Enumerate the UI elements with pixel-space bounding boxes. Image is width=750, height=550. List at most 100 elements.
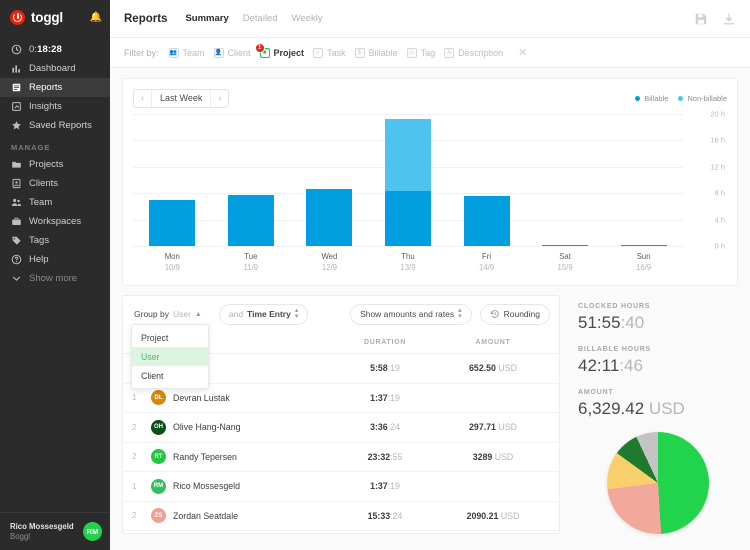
user-meta: Rico Mossesgeld Boggl [10, 522, 74, 541]
row-duration: 5:58:19 [370, 363, 400, 374]
chart-x-axis: Mon 10/9 Tue 11/9 Wed 12/9 Thu 13/9 Fri 14/9 Sat 15… [133, 248, 683, 274]
filter-chip-project[interactable]: 1 ■ Project [254, 42, 305, 58]
bar-column[interactable] [384, 114, 431, 246]
table-row[interactable]: 1 RM Rico Mossesgeld 1:37:19 [123, 472, 559, 502]
bar-column[interactable] [620, 114, 667, 246]
bell-icon[interactable]: 🔔 [90, 12, 102, 23]
x-day: Thu [401, 252, 415, 261]
sidebar-item-projects[interactable]: Projects [0, 155, 110, 174]
sidebar-item-label: Workspaces [29, 216, 82, 227]
th-duration: DURATION [363, 339, 407, 346]
table-row[interactable]: 2 ZS Zordan Seatdale 15:33:24 2090.21 USD [123, 502, 559, 531]
amounts-rates-select[interactable]: Show amounts and rates ▴ ▾ [350, 303, 472, 325]
bar-segment[interactable] [620, 245, 667, 246]
filter-chip-label: Project [273, 47, 305, 58]
x-date: 12/9 [321, 262, 337, 272]
user-name: Rico Mossesgeld [10, 521, 74, 531]
sidebar-item-help[interactable]: Help [0, 250, 110, 269]
filter-chip-task[interactable]: ✓ Task [313, 47, 346, 58]
bar-segment[interactable] [384, 190, 431, 246]
rounding-button[interactable]: Rounding [479, 303, 550, 325]
x-axis-label: Mon 10/9 [149, 252, 195, 273]
x-date: 16/9 [636, 262, 652, 272]
legend-label: Billable [644, 93, 669, 103]
filter-chip-label: Team [182, 47, 205, 58]
filter-chip-billable[interactable]: $ Billable [354, 47, 398, 58]
stat-label: BILLABLE HOURS [578, 346, 652, 353]
sidebar-item-tags[interactable]: Tags [0, 231, 110, 250]
sidebar-item-reports[interactable]: Reports [0, 78, 110, 97]
period-selector[interactable]: ‹ Last Week › [133, 88, 230, 108]
bar-segment[interactable] [149, 200, 196, 246]
group-by-dropdown[interactable]: Project User Client [131, 324, 209, 389]
row-amount: 297.71 USD [469, 422, 517, 433]
sidebar-item-workspaces[interactable]: Workspaces [0, 212, 110, 231]
close-icon[interactable]: ✕ [518, 46, 527, 59]
bar-column[interactable] [149, 114, 196, 246]
avatar[interactable]: RM [83, 522, 102, 541]
sidebar-item-timer[interactable]: 0:18:28 [0, 40, 110, 59]
second-group-select[interactable]: and Time Entry ▴ ▾ [218, 303, 309, 325]
period-label[interactable]: Last Week [151, 89, 212, 107]
brand-logo[interactable]: toggl 🔔 [0, 0, 110, 34]
bar-column[interactable] [463, 114, 510, 246]
filter-chip-tag[interactable]: ◇ Tag [406, 47, 435, 58]
tab-weekly[interactable]: Weekly [292, 13, 323, 24]
bar-column[interactable] [227, 114, 274, 246]
bar-segment[interactable] [227, 195, 274, 246]
topbar: Reports Summary Detailed Weekly [110, 0, 750, 38]
tab-summary[interactable]: Summary [185, 13, 228, 24]
sidebar-item-dashboard[interactable]: Dashboard [0, 59, 110, 78]
bar-segment[interactable] [542, 245, 589, 246]
dropdown-option-user[interactable]: User [132, 347, 208, 366]
filter-chip-client[interactable]: 👤 Client [213, 47, 251, 58]
x-axis-label: Sat 15/9 [542, 252, 588, 273]
sidebar-item-insights[interactable]: Insights [0, 97, 110, 116]
chevron-right-icon[interactable]: › [211, 90, 228, 107]
legend-item-billable: Billable [635, 94, 668, 103]
bar-column[interactable] [542, 114, 589, 246]
sidebar-item-saved-reports[interactable]: Saved Reports [0, 116, 110, 135]
filter-chip-team[interactable]: 👥 Team [168, 47, 205, 58]
report-icon [11, 82, 22, 93]
floppy-save-icon[interactable] [694, 12, 708, 26]
tab-detailed[interactable]: Detailed [243, 13, 278, 24]
stat-label: CLOCKED HOURS [578, 303, 651, 310]
stat-value: 42:11:46 [578, 356, 643, 375]
chevron-left-icon[interactable]: ‹ [134, 90, 151, 107]
stat-clocked-hours: CLOCKED HOURS 51:55:40 [578, 303, 738, 333]
filter-chip-label: Billable [368, 47, 398, 58]
sidebar-item-show-more[interactable]: Show more [0, 269, 110, 288]
download-icon[interactable] [722, 12, 736, 26]
bar-segment[interactable] [384, 118, 431, 191]
sidebar-item-label: Insights [29, 101, 62, 112]
report-tabs: Summary Detailed Weekly [185, 13, 322, 24]
bar-segment[interactable] [463, 195, 510, 246]
chart-card: ‹ Last Week › Billable Non-billable 0 h … [122, 78, 738, 286]
grid-line [133, 246, 683, 247]
bar-column[interactable] [306, 114, 353, 246]
sidebar-item-team[interactable]: Team [0, 193, 110, 212]
sidebar-item-label: Help [29, 254, 49, 265]
insights-icon [11, 101, 22, 112]
user-card[interactable]: Rico Mossesgeld Boggl RM [0, 512, 110, 550]
group-by-select[interactable]: Group by User ▲ [132, 303, 211, 325]
dropdown-option-client[interactable]: Client [132, 366, 208, 385]
y-tick-label: 4 h [714, 215, 725, 225]
x-date: 11/9 [243, 262, 259, 272]
filter-chip-description[interactable]: A Description [444, 47, 503, 58]
bar-chart-plot: 0 h4 h8 h 12 h 16 h 20 h Mon 10/9 Tue 11/9 Wed 1… [133, 110, 727, 274]
table-row[interactable]: 2 OH Olive Hang-Nang 3:36:24 297.71 USD [123, 413, 559, 443]
row-amount: 2090.21 USD [466, 510, 520, 521]
bar-segment[interactable] [306, 189, 353, 246]
sidebar-section-label: MANAGE [11, 143, 51, 152]
avatar: RT [151, 449, 166, 465]
dropdown-option-project[interactable]: Project [132, 328, 208, 347]
sidebar-item-clients[interactable]: Clients [0, 174, 110, 193]
y-tick-label: 0 h [714, 241, 725, 251]
row-duration: 3:36:24 [370, 422, 400, 433]
x-day: Sat [559, 252, 571, 261]
legend-swatch [678, 95, 684, 101]
sidebar-item-label: Tags [29, 235, 50, 246]
table-row[interactable]: 2 RT Randy Tepersen 23:32:55 3289 USD [123, 443, 559, 472]
